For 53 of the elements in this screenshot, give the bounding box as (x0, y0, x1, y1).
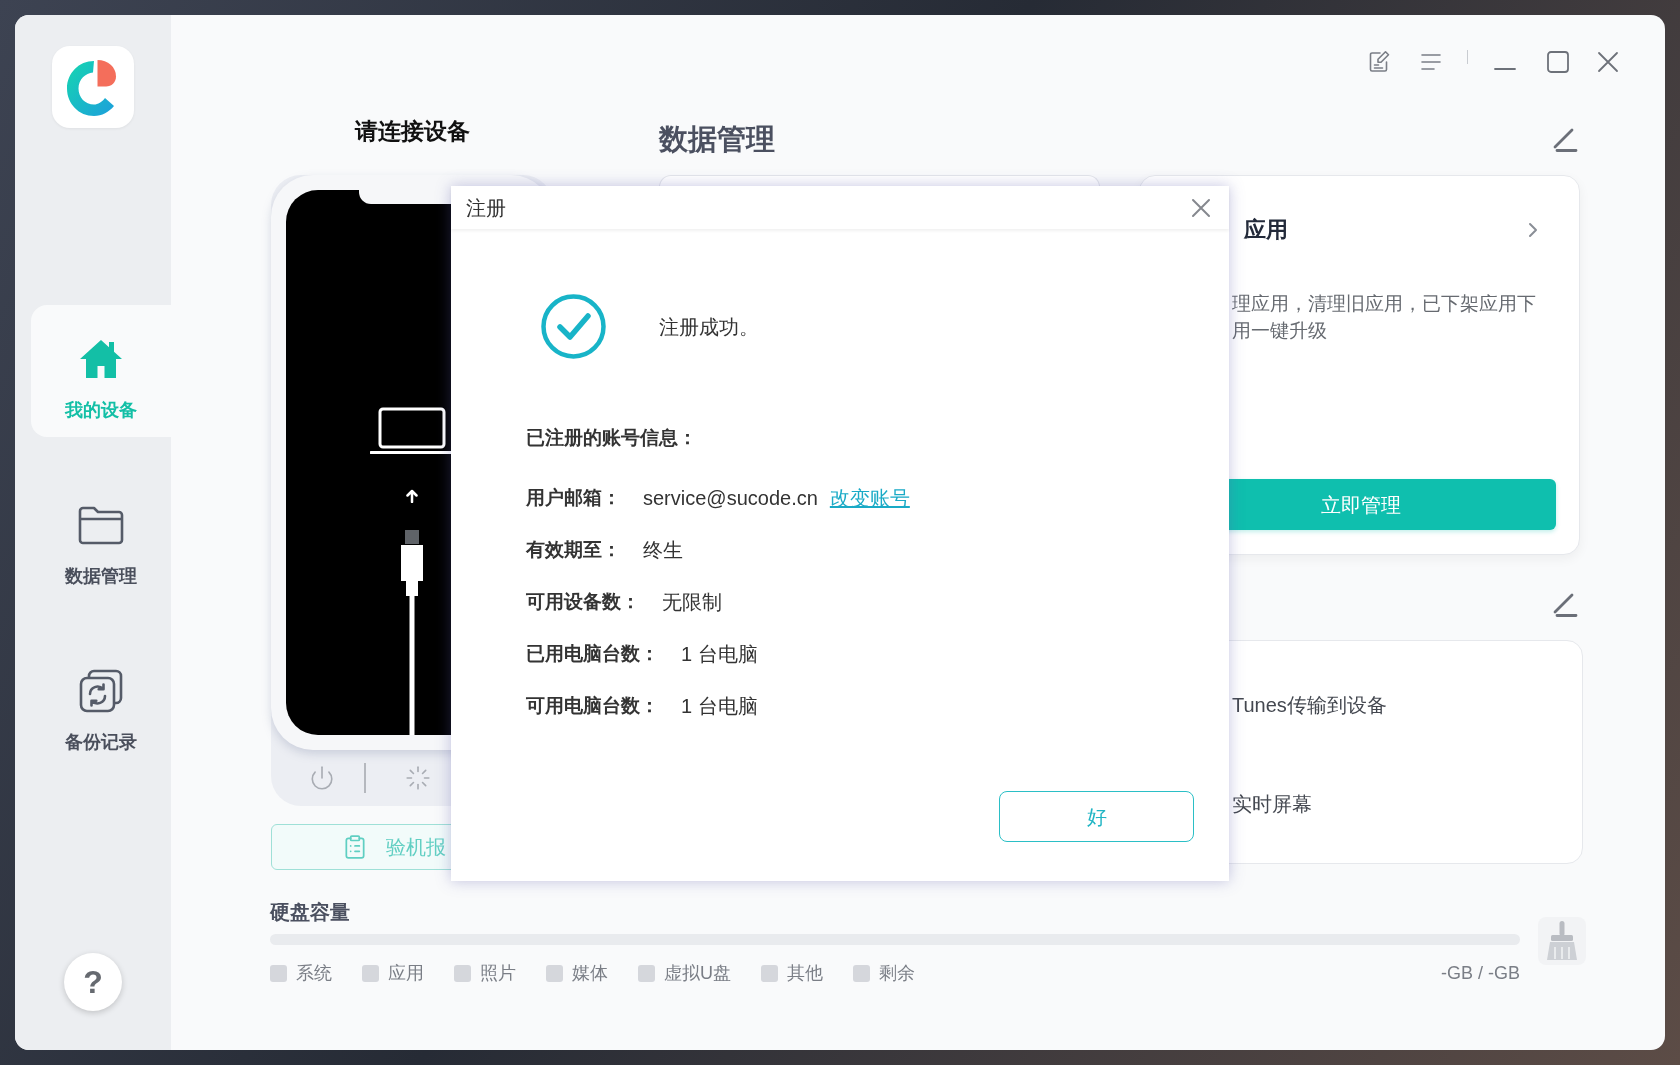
field-label: 用户邮箱： (526, 486, 621, 510)
success-message: 注册成功。 (659, 314, 759, 340)
device-panel-title: 请连接设备 (353, 117, 471, 146)
card-title: 应用 (1244, 216, 1288, 244)
power-icon[interactable] (309, 765, 335, 791)
home-icon (79, 339, 123, 379)
legend-label: 剩余 (879, 962, 915, 985)
legend-label: 虚拟U盘 (664, 962, 731, 985)
legend-label: 媒体 (572, 962, 608, 985)
folder-icon (78, 505, 124, 545)
close-icon[interactable] (1191, 197, 1211, 218)
section-title: 数据管理 (659, 122, 775, 157)
legend-swatch-icon (638, 964, 655, 982)
legend-label: 照片 (480, 962, 516, 985)
field-label: 已用电脑台数： (526, 642, 659, 666)
legend-swatch-icon (270, 964, 287, 982)
clipboard-icon (342, 834, 368, 860)
legend-swatch-icon (454, 964, 471, 982)
field-label: 可用电脑台数： (526, 694, 659, 718)
legend-swatch-icon (546, 964, 563, 982)
spinner-icon[interactable] (405, 765, 431, 791)
card-description: 理应用，清理旧应用，已下架应用下 用一键升级 (1231, 292, 1537, 343)
field-value: service@sucode.cn (643, 486, 818, 511)
field-value: 无限制 (662, 590, 722, 615)
legend-label: 系统 (296, 962, 332, 985)
maximize-icon[interactable] (1546, 50, 1570, 74)
disk-usage: -GB / -GB (1441, 962, 1520, 985)
nav-item[interactable]: 备份记录 (31, 637, 171, 769)
dialog-title: 注册 (466, 195, 506, 221)
feature-item[interactable]: 实时屏幕 (1232, 789, 1582, 819)
field-value: 终生 (643, 538, 683, 563)
legend-swatch-icon (761, 964, 778, 982)
cable-icon (400, 530, 424, 735)
arrow-up-icon (406, 489, 418, 503)
disk-title: 硬盘容量 (270, 900, 351, 925)
legend-label: 应用 (388, 962, 424, 985)
help-button[interactable]: ? (64, 953, 122, 1011)
pencil-icon[interactable] (1552, 591, 1578, 617)
field-label: 可用设备数： (526, 590, 640, 614)
field-label: 有效期至： (526, 538, 621, 562)
field-value: 1 台电脑 (681, 694, 758, 719)
check-circle-icon (541, 294, 606, 359)
info-heading: 已注册的账号信息： (526, 426, 698, 450)
close-icon[interactable] (1596, 50, 1620, 74)
feature-item[interactable]: Tunes传输到设备 (1232, 690, 1582, 720)
nav-item[interactable]: 数据管理 (31, 471, 171, 603)
pencil-icon[interactable] (1552, 126, 1578, 152)
legend-swatch-icon (853, 964, 870, 982)
legend-label: 其他 (787, 962, 823, 985)
legend-swatch-icon (362, 964, 379, 982)
field-value: 1 台电脑 (681, 642, 758, 667)
backup-icon (79, 669, 123, 713)
change-account-link[interactable]: 改变账号 (829, 483, 910, 513)
